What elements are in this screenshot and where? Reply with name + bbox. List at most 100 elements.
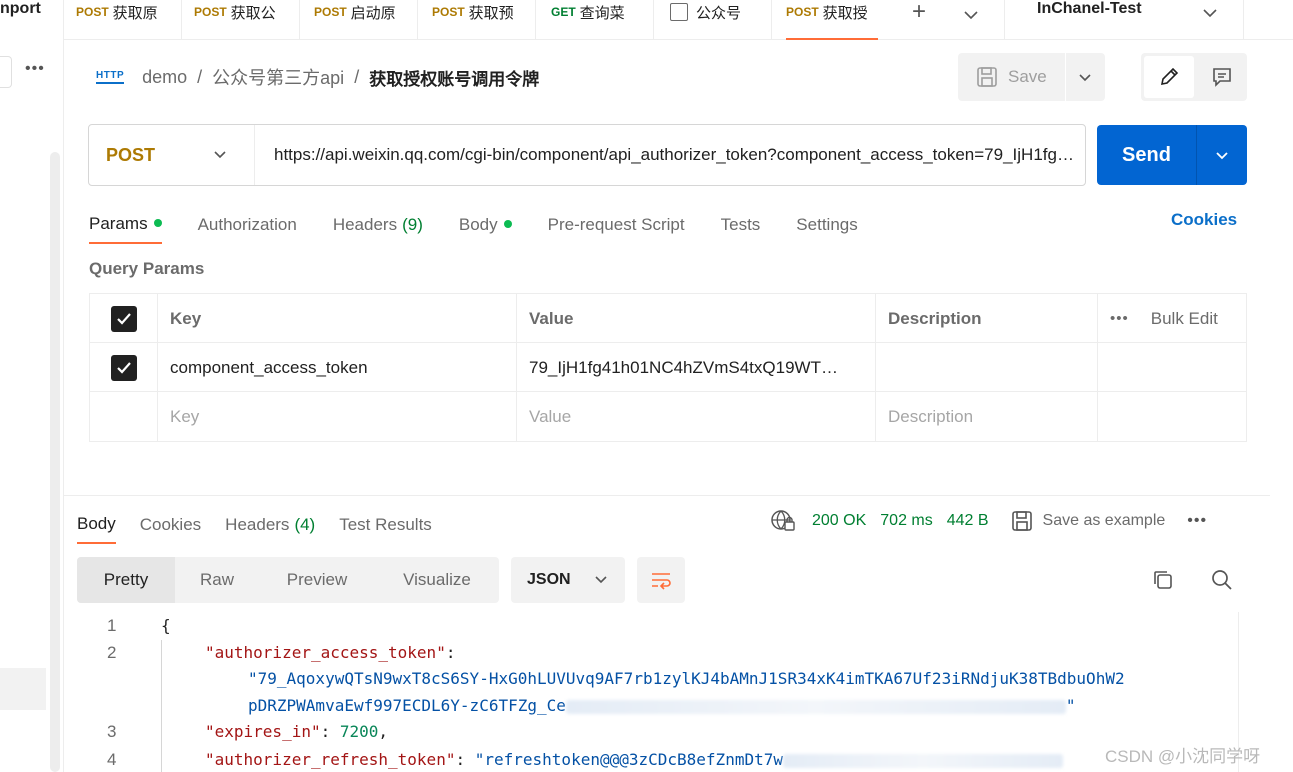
column-header-description: Description xyxy=(876,294,1098,343)
response-tab-headers[interactable]: Headers (4) xyxy=(225,506,315,544)
response-more-icon[interactable]: ••• xyxy=(1187,512,1207,530)
json-colon: : xyxy=(445,643,456,662)
more-options-icon[interactable]: ••• xyxy=(1110,310,1129,327)
tabs-chevron-down-icon[interactable] xyxy=(962,6,980,24)
breadcrumb-item[interactable]: demo xyxy=(142,67,187,88)
method-label: POST xyxy=(106,144,156,165)
wrap-lines-icon xyxy=(652,573,671,590)
tab-label: Params xyxy=(89,214,148,233)
save-group: Save xyxy=(958,53,1105,101)
search-icon[interactable] xyxy=(1210,568,1234,592)
cookies-link[interactable]: Cookies xyxy=(1171,210,1237,230)
send-button[interactable]: Send xyxy=(1097,125,1197,185)
tab-request-4[interactable]: POST 获取预 xyxy=(418,0,536,40)
tab-request-5[interactable]: GET 查询菜 xyxy=(536,0,654,40)
sidebar-scrollbar[interactable] xyxy=(50,152,60,772)
environment-select[interactable]: InChanel-Test xyxy=(1004,0,1244,40)
tab-request-1[interactable]: POST 获取原 xyxy=(64,0,182,40)
edit-button[interactable] xyxy=(1144,56,1194,98)
new-description-input[interactable]: Description xyxy=(876,392,1098,441)
format-label: JSON xyxy=(527,571,571,588)
tab-params[interactable]: Params xyxy=(89,206,162,244)
network-globe-icon[interactable] xyxy=(770,509,796,533)
json-key: "authorizer_access_token" xyxy=(205,643,446,662)
tab-prerequest-script[interactable]: Pre-request Script xyxy=(548,206,685,244)
tab-request-active[interactable]: POST 获取授 xyxy=(786,0,878,40)
url-input[interactable]: https://api.weixin.qq.com/cgi-bin/compon… xyxy=(255,145,1075,165)
param-key-cell[interactable]: component_access_token xyxy=(158,343,517,392)
select-all-cell xyxy=(90,294,158,343)
tab-body[interactable]: Body xyxy=(459,206,512,244)
save-as-example-button[interactable]: Save as example xyxy=(1043,512,1166,530)
tab-title: 获取公 xyxy=(230,5,276,22)
bulk-edit-link[interactable]: Bulk Edit xyxy=(1151,309,1218,329)
view-pretty[interactable]: Pretty xyxy=(77,557,175,603)
response-body-code[interactable]: 1 2 3 4 { "authorizer_access_token": "79… xyxy=(77,612,1237,772)
response-tab-cookies[interactable]: Cookies xyxy=(140,506,201,544)
request-name[interactable]: 获取授权账号调用令牌 xyxy=(369,65,539,90)
new-key-input[interactable]: Key xyxy=(158,392,517,441)
tab-settings[interactable]: Settings xyxy=(796,206,857,244)
response-tab-body[interactable]: Body xyxy=(77,506,116,544)
sidebar: nport ••• xyxy=(0,0,64,772)
method-select[interactable]: POST xyxy=(89,125,255,185)
headers-count: (9) xyxy=(402,215,423,234)
sidebar-more-icon[interactable]: ••• xyxy=(25,60,45,78)
breadcrumb-separator: / xyxy=(354,66,360,87)
view-preview[interactable]: Preview xyxy=(259,557,375,603)
response-meta: 200 OK 702 ms 442 B Save as example ••• xyxy=(770,508,1207,534)
import-button[interactable]: nport xyxy=(0,0,41,18)
json-string-value: " xyxy=(1065,696,1076,715)
tab-collection[interactable]: 公众号 xyxy=(654,0,772,40)
response-tab-test-results[interactable]: Test Results xyxy=(339,506,432,544)
tab-title: 获取预 xyxy=(468,5,514,22)
copy-icon[interactable] xyxy=(1151,568,1175,592)
row-checkbox[interactable] xyxy=(110,354,137,381)
comments-button[interactable] xyxy=(1197,53,1247,101)
check-icon xyxy=(116,312,131,325)
request-tab-bar: POST 获取原 POST 获取公 POST 启动原 POST 获取预 GET … xyxy=(64,0,1293,40)
response-divider[interactable] xyxy=(64,495,1270,496)
json-colon: : xyxy=(455,750,466,769)
sidebar-search-input[interactable] xyxy=(0,56,12,88)
wrap-lines-button[interactable] xyxy=(637,557,685,603)
breadcrumb-separator: / xyxy=(197,66,203,87)
breadcrumb-item[interactable]: 公众号第三方api xyxy=(212,64,344,90)
tab-request-3[interactable]: POST 启动原 xyxy=(300,0,418,40)
url-bar: POST https://api.weixin.qq.com/cgi-bin/c… xyxy=(88,124,1086,186)
response-view-segmented: Pretty Raw Preview Visualize xyxy=(77,557,499,603)
save-button[interactable]: Save xyxy=(958,53,1066,101)
line-number: 3 xyxy=(107,722,117,741)
row-check-cell xyxy=(90,343,158,392)
json-number-value: 7200 xyxy=(339,722,379,741)
select-all-checkbox[interactable] xyxy=(110,305,137,332)
column-header-value: Value xyxy=(517,294,876,343)
response-status[interactable]: 200 OK xyxy=(812,512,866,530)
tab-request-2[interactable]: POST 获取公 xyxy=(182,0,300,40)
tab-headers[interactable]: Headers (9) xyxy=(333,206,423,244)
new-value-input[interactable]: Value xyxy=(517,392,876,441)
param-description-cell[interactable] xyxy=(876,343,1098,392)
json-string-value: "refreshtoken@@@3zCDcB8efZnmDt7w xyxy=(474,750,783,769)
sidebar-selected-item[interactable] xyxy=(0,668,46,710)
code-line-1: { xyxy=(161,616,171,635)
tab-label: Headers xyxy=(225,515,290,534)
format-select[interactable]: JSON xyxy=(511,557,625,603)
send-options-button[interactable] xyxy=(1197,125,1247,185)
tab-method: POST xyxy=(76,5,109,19)
request-tabs: Params Authorization Headers (9) Body Pr… xyxy=(89,206,894,246)
tab-tests[interactable]: Tests xyxy=(721,206,761,244)
chevron-down-icon xyxy=(1216,152,1228,160)
breadcrumb: HTTP demo / 公众号第三方api / 获取授权账号调用令牌 xyxy=(96,62,539,92)
response-size[interactable]: 442 B xyxy=(947,512,989,530)
new-tab-plus-icon[interactable]: + xyxy=(912,0,926,26)
view-visualize[interactable]: Visualize xyxy=(375,557,499,603)
response-time[interactable]: 702 ms xyxy=(880,512,932,530)
save-options-button[interactable] xyxy=(1066,53,1104,101)
tab-authorization[interactable]: Authorization xyxy=(198,206,297,244)
param-value-cell[interactable]: 79_IjH1fg41h01NC4hZVmS4txQ19WT… xyxy=(517,343,876,392)
headers-count: (4) xyxy=(294,515,316,534)
send-button-group: Send xyxy=(1097,125,1247,185)
view-raw[interactable]: Raw xyxy=(175,557,259,603)
watermark: CSDN @小沈同学呀 xyxy=(1105,747,1261,766)
